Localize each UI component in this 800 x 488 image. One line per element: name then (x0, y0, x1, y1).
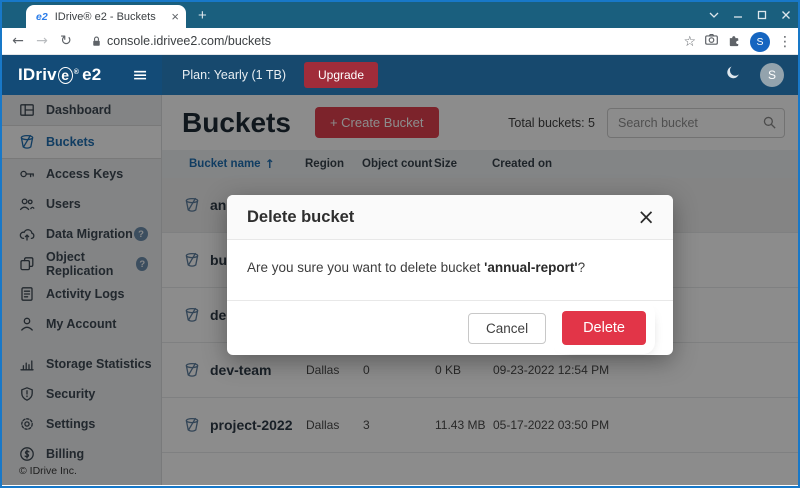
tab-close-icon[interactable]: × (171, 9, 179, 24)
padlock-icon[interactable] (90, 35, 103, 48)
hamburger-menu-icon[interactable]: ≡ (132, 64, 148, 86)
back-icon[interactable]: ← (6, 33, 30, 49)
modal-close-icon[interactable]: × (637, 207, 655, 228)
modal-message: Are you sure you want to delete bucket '… (227, 240, 673, 300)
browser-toolbar: ← → ↻ console.idrivee2.com/buckets ☆ S ⋮ (2, 28, 798, 55)
upgrade-button[interactable]: Upgrade (304, 62, 378, 88)
bucket-name-emphasis: 'annual-report' (484, 260, 577, 275)
reload-icon[interactable]: ↻ (54, 33, 78, 49)
browser-window: e2 IDrive® e2 - Buckets × + ← → ↻ consol… (0, 0, 800, 488)
tab-search-icon[interactable] (708, 9, 720, 21)
browser-menu-icon[interactable]: ⋮ (778, 34, 792, 50)
forward-icon[interactable]: → (30, 33, 54, 49)
new-tab-icon[interactable]: + (198, 7, 207, 24)
account-avatar[interactable]: S (760, 63, 784, 87)
dark-mode-moon-icon[interactable] (725, 64, 742, 86)
minimize-icon[interactable] (732, 9, 744, 21)
extensions-puzzle-icon[interactable] (727, 32, 742, 52)
delete-bucket-modal: Delete bucket × Are you sure you want to… (227, 195, 673, 355)
cancel-button[interactable]: Cancel (468, 313, 546, 344)
browser-titlebar: e2 IDrive® e2 - Buckets × + (2, 2, 798, 28)
tab-title: IDrive® e2 - Buckets (55, 11, 166, 23)
app-viewport: IDrive®e2 ≡ Plan: Yearly (1 TB) Upgrade … (2, 55, 798, 485)
browser-tab[interactable]: e2 IDrive® e2 - Buckets × (26, 5, 186, 28)
screenshot-camera-icon[interactable] (704, 32, 719, 52)
idrive-e2-logo[interactable]: IDrive®e2 ≡ (2, 55, 162, 95)
close-window-icon[interactable] (780, 9, 792, 21)
bookmark-star-icon[interactable]: ☆ (683, 34, 696, 50)
browser-profile-avatar[interactable]: S (750, 32, 770, 52)
delete-button[interactable]: Delete (562, 311, 646, 345)
app-header: IDrive®e2 ≡ Plan: Yearly (1 TB) Upgrade … (2, 55, 798, 95)
plan-label: Plan: Yearly (1 TB) (182, 68, 286, 82)
modal-title: Delete bucket (247, 208, 354, 227)
site-favicon: e2 (36, 11, 48, 23)
url-text[interactable]: console.idrivee2.com/buckets (107, 34, 271, 48)
maximize-icon[interactable] (756, 9, 768, 21)
logo-text: IDrive®e2 (18, 65, 101, 85)
